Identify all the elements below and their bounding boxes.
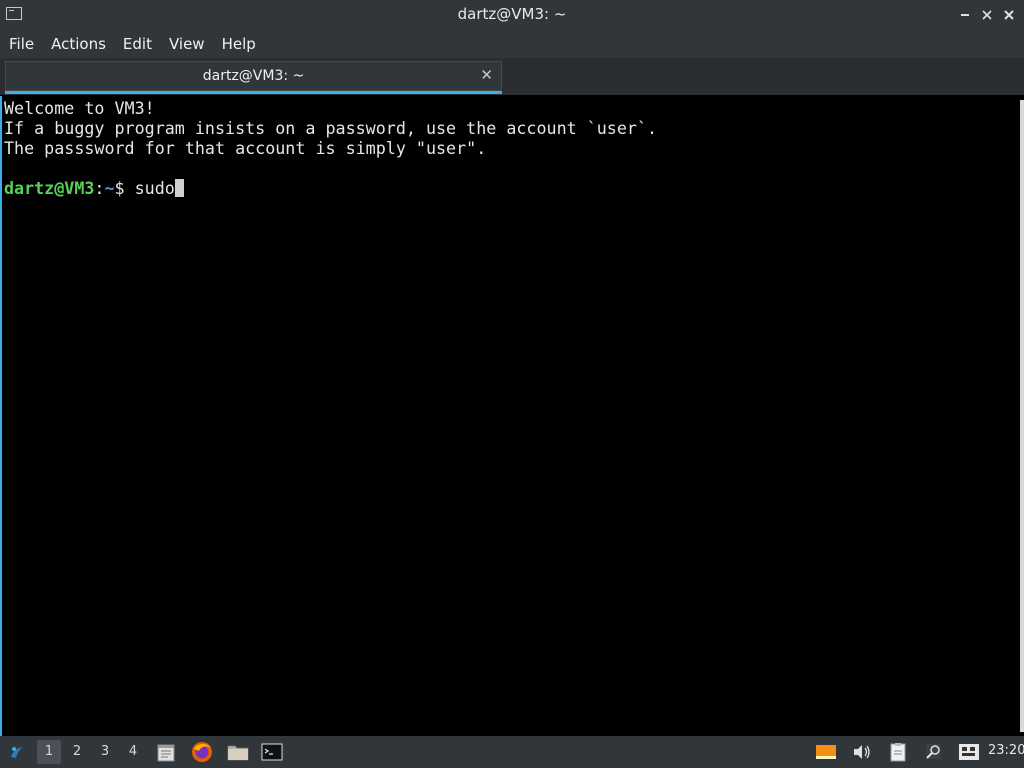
focus-border (0, 96, 2, 736)
terminal-icon[interactable] (260, 740, 284, 764)
clipboard-icon[interactable] (887, 742, 909, 762)
menu-file[interactable]: File (0, 30, 42, 58)
active-tab-indicator (5, 91, 502, 94)
terminal-view[interactable]: Welcome to VM3! If a buggy program insis… (0, 96, 1024, 736)
window-title: dartz@VM3: ~ (457, 5, 567, 23)
terminal-line: The passsword for that account is simply… (4, 138, 487, 158)
terminal-line: If a buggy program insists on a password… (4, 118, 658, 138)
menu-help[interactable]: Help (213, 30, 264, 58)
file-manager-icon[interactable] (226, 740, 250, 764)
menu-view[interactable]: View (160, 30, 213, 58)
orange-indicator-icon[interactable] (815, 742, 837, 762)
taskbar: 1 2 3 4 23:20 (0, 736, 1024, 768)
text-cursor (174, 179, 184, 197)
prompt-user: dartz@VM3 (4, 178, 95, 198)
tab-terminal[interactable]: dartz@VM3: ~ ✕ (5, 61, 502, 91)
workspace-4-button[interactable]: 4 (121, 740, 145, 764)
maximize-button[interactable] (978, 6, 996, 24)
notes-icon[interactable] (154, 740, 178, 764)
volume-icon[interactable] (851, 742, 873, 762)
window-titlebar[interactable]: dartz@VM3: ~ (0, 0, 1024, 30)
menu-actions[interactable]: Actions (42, 30, 114, 58)
terminal-output: Welcome to VM3! If a buggy program insis… (4, 98, 657, 198)
terminal-line: Welcome to VM3! (4, 98, 155, 118)
window-controls (956, 6, 1018, 24)
prompt-path: ~ (104, 178, 115, 198)
menu-bar: File Actions Edit View Help (0, 30, 1024, 58)
tab-label: dartz@VM3: ~ (202, 68, 305, 84)
workspace-2-button[interactable]: 2 (65, 740, 89, 764)
tab-close-icon[interactable]: ✕ (480, 66, 493, 84)
command-input[interactable]: sudo (135, 178, 175, 198)
prompt-separator: : (94, 178, 105, 198)
close-window-button[interactable] (1000, 6, 1018, 24)
search-icon[interactable] (923, 742, 945, 762)
keyboard-layout-icon[interactable] (958, 742, 980, 762)
menu-edit[interactable]: Edit (114, 30, 160, 58)
tab-bar: dartz@VM3: ~ ✕ (0, 58, 1024, 95)
workspace-1-button[interactable]: 1 (37, 740, 61, 764)
workspace-3-button[interactable]: 3 (93, 740, 117, 764)
prompt-symbol: $ (114, 178, 135, 198)
scrollbar[interactable] (1020, 100, 1024, 732)
minimize-button[interactable] (956, 6, 974, 24)
start-menu-icon[interactable] (8, 743, 26, 761)
clock[interactable]: 23:20 (988, 743, 1024, 758)
firefox-icon[interactable] (190, 740, 214, 764)
